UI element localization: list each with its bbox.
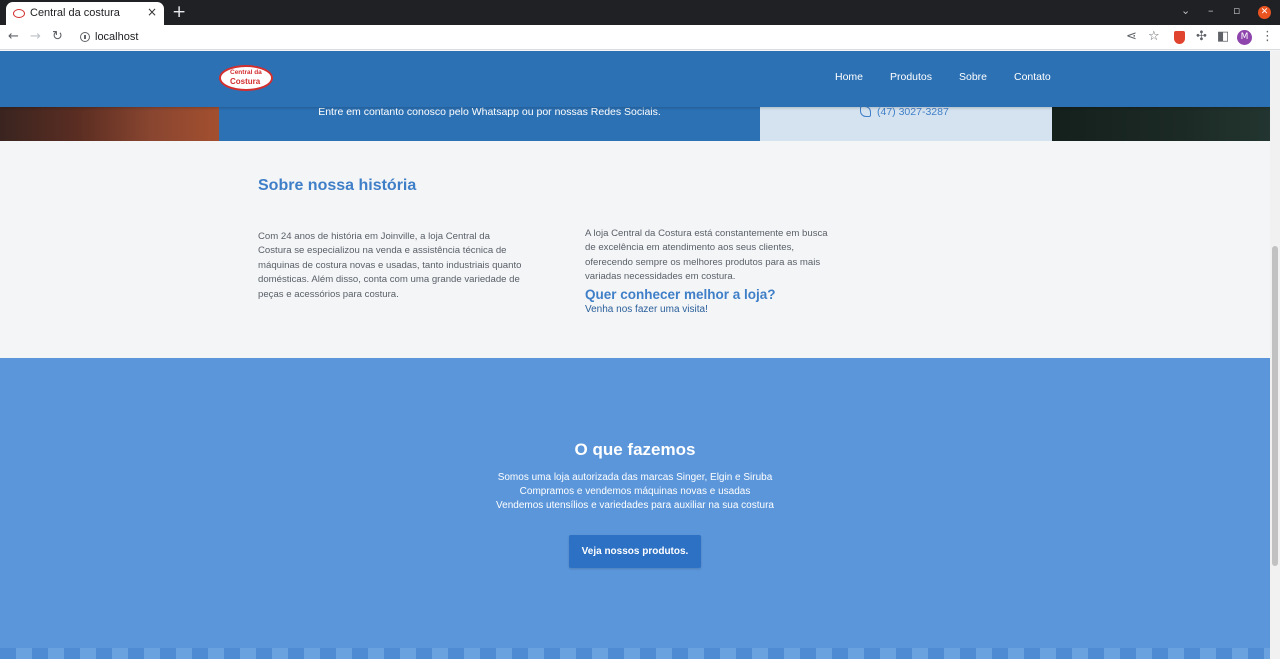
nav-sobre[interactable]: Sobre [959, 71, 987, 83]
site-info-icon[interactable] [80, 32, 90, 42]
minimize-icon[interactable]: – [1208, 4, 1214, 17]
page-scrollbar[interactable] [1270, 51, 1280, 659]
restore-icon[interactable]: ▫ [1233, 4, 1240, 17]
about-paragraph-history: Com 24 anos de história em Joinville, a … [258, 231, 522, 300]
shield-extension-icon[interactable] [1174, 31, 1185, 44]
side-panel-icon[interactable]: ◧ [1217, 29, 1229, 44]
browser-tab-bar: Central da costura × + ⌄ – ▫ ✕ [0, 0, 1280, 25]
tab-title: Central da costura [30, 7, 120, 19]
tab-close-icon[interactable]: × [147, 5, 157, 19]
logo-text-line2: Costura [230, 77, 261, 86]
page-viewport: Entre em contanto conosco pelo Whatsapp … [0, 51, 1270, 659]
phone-icon [860, 106, 871, 117]
services-title: O que fazemos [574, 440, 696, 459]
scrollbar-thumb[interactable] [1272, 246, 1278, 566]
nav-home[interactable]: Home [835, 71, 863, 83]
nav-contato[interactable]: Contato [1014, 71, 1051, 83]
extensions-puzzle-icon[interactable]: ✣ [1196, 29, 1207, 44]
share-icon[interactable]: ⋖ [1126, 29, 1137, 44]
decorative-pattern-strip [0, 648, 1270, 659]
menu-kebab-icon[interactable]: ⋮ [1261, 29, 1274, 44]
site-header: Central da Costura Home Produtos Sobre C… [0, 51, 1270, 107]
logo-text-line1: Central da [230, 69, 262, 76]
about-paragraph-excellence: A loja Central da Costura está constante… [585, 228, 828, 283]
about-visit-text: Venha nos fazer uma visita! [585, 304, 708, 315]
about-question: Quer conhecer melhor a loja? [585, 287, 776, 302]
services-section: O que fazemos Somos uma loja autorizada … [0, 358, 1270, 659]
forward-arrow-icon[interactable]: → [30, 29, 41, 44]
services-line-machines: Compramos e vendemos máquinas novas e us… [519, 486, 751, 497]
profile-avatar[interactable]: M [1237, 30, 1252, 45]
see-products-button[interactable]: Veja nossos produtos. [569, 535, 701, 568]
services-line-brands: Somos uma loja autorizada das marcas Sin… [497, 472, 773, 483]
browser-toolbar: ← → ↻ localhost ⋖ ☆ ✣ ◧ M ⋮ [0, 25, 1280, 50]
window-close-button[interactable]: ✕ [1258, 6, 1271, 19]
phone-link[interactable]: (47) 3027-3287 [860, 106, 949, 118]
site-logo[interactable]: Central da Costura [219, 65, 273, 91]
reload-icon[interactable]: ↻ [52, 29, 63, 44]
nav-produtos[interactable]: Produtos [890, 71, 932, 83]
new-tab-button[interactable]: + [172, 2, 186, 22]
back-arrow-icon[interactable]: ← [8, 29, 19, 44]
bookmark-star-icon[interactable]: ☆ [1148, 29, 1160, 44]
contact-cta-text: Entre em contanto conosco pelo Whatsapp … [318, 106, 661, 118]
phone-number: (47) 3027-3287 [877, 106, 949, 118]
about-title: Sobre nossa história [258, 177, 417, 194]
tab-search-icon[interactable]: ⌄ [1181, 4, 1190, 17]
favicon-icon [13, 9, 25, 18]
services-line-utensils: Vendemos utensílios e variedades para au… [496, 500, 774, 511]
browser-tab[interactable]: Central da costura × [6, 2, 164, 25]
address-bar[interactable]: localhost [95, 31, 138, 43]
